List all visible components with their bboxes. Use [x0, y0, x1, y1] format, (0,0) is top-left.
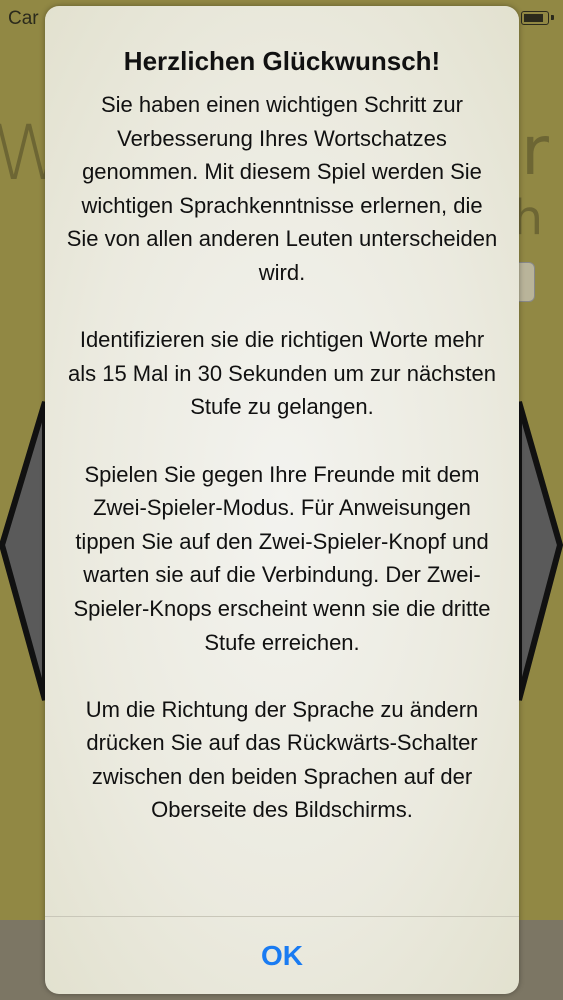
alert-dialog: Herzlichen Glückwunsch! Sie haben einen … [45, 6, 519, 994]
hexagon-right [516, 401, 563, 701]
alert-message: Sie haben einen wichtigen Schritt zur Ve… [63, 88, 501, 861]
alert-paragraph-goal: Identifizieren sie die richtigen Worte m… [67, 327, 497, 420]
alert-title: Herzlichen Glückwunsch! [123, 46, 441, 76]
hexagon-left [0, 401, 48, 701]
alert-paragraph-two-player: Spielen Sie gegen Ihre Freunde mit dem Z… [73, 461, 491, 655]
ok-button[interactable]: OK [45, 917, 519, 994]
alert-paragraph-intro: Sie haben einen wichtigen Schritt zur Ve… [66, 92, 498, 285]
alert-paragraph-direction: Um die Richtung der Sprache zu ändern dr… [85, 696, 479, 823]
